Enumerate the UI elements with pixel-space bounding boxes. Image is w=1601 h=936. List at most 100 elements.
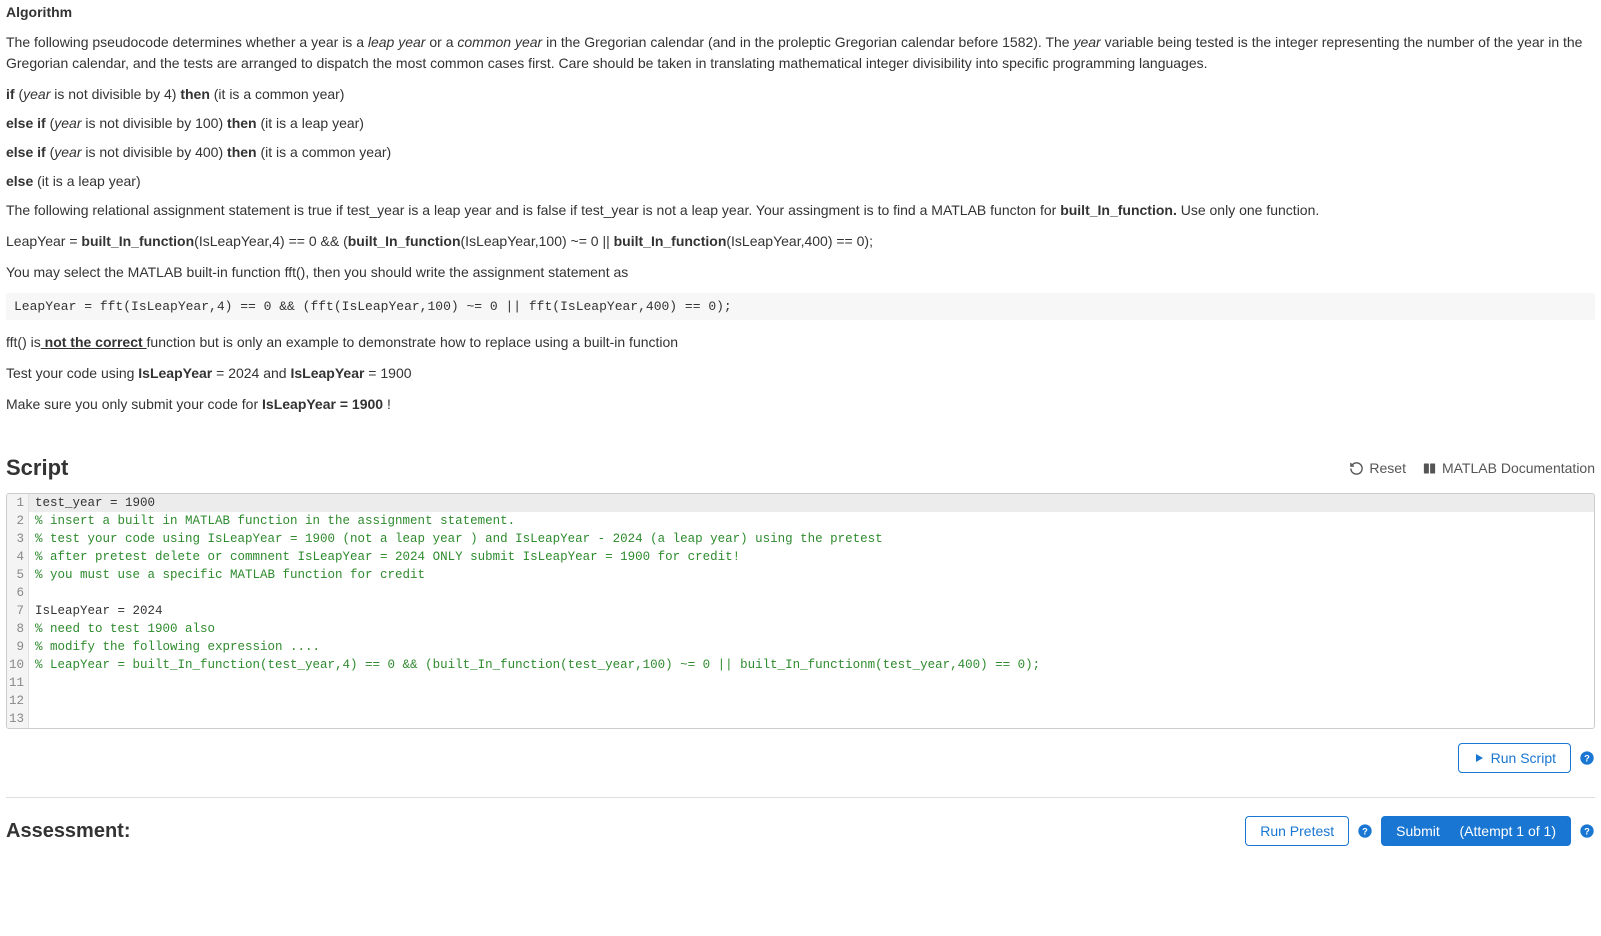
run-script-help-icon[interactable]: ? xyxy=(1579,750,1595,766)
editor-line[interactable]: 7IsLeapYear = 2024 xyxy=(7,602,1594,620)
assignment-paragraph: The following relational assignment stat… xyxy=(6,200,1595,221)
then-keyword: then xyxy=(227,144,257,160)
run-pretest-label: Run Pretest xyxy=(1260,823,1334,839)
text: is not divisible by 4) xyxy=(50,86,180,102)
code-line[interactable]: % need to test 1900 also xyxy=(29,620,1594,638)
code-line[interactable]: % test your code using IsLeapYear = 1900… xyxy=(29,530,1594,548)
code-line[interactable]: IsLeapYear = 2024 xyxy=(29,602,1594,620)
play-icon xyxy=(1473,752,1485,764)
text: function but is only an example to demon… xyxy=(147,334,679,350)
editor-line[interactable]: 1test_year = 1900 xyxy=(7,494,1594,512)
code-line[interactable]: % after pretest delete or commnent IsLea… xyxy=(29,548,1594,566)
code-line[interactable]: % modify the following expression .... xyxy=(29,638,1594,656)
test-instructions: Test your code using IsLeapYear = 2024 a… xyxy=(6,363,1595,384)
algorithm-heading: Algorithm xyxy=(6,4,1595,20)
then-keyword: then xyxy=(180,86,210,102)
code-line[interactable]: % insert a built in MATLAB function in t… xyxy=(29,512,1594,530)
line-number: 7 xyxy=(7,602,29,620)
isleapyear-bold: IsLeapYear xyxy=(290,365,364,381)
code-line[interactable] xyxy=(29,710,1594,728)
isleapyear-1900-bold: IsLeapYear = 1900 xyxy=(262,396,383,412)
elseif-keyword: else if xyxy=(6,144,46,160)
code-line[interactable]: % LeapYear = built_In_function(test_year… xyxy=(29,656,1594,674)
text: (IsLeapYear,400) == 0); xyxy=(726,233,873,249)
code-line[interactable] xyxy=(29,692,1594,710)
code-line[interactable]: test_year = 1900 xyxy=(29,494,1594,512)
assessment-title: Assessment: xyxy=(6,820,131,843)
submit-label: Submit xyxy=(1396,823,1440,839)
algorithm-intro-paragraph: The following pseudocode determines whet… xyxy=(6,32,1595,74)
built-in-fn: built_In_function xyxy=(614,233,727,249)
editor-line[interactable]: 8% need to test 1900 also xyxy=(7,620,1594,638)
pseudo-line-1: if (year is not divisible by 4) then (it… xyxy=(6,84,1595,105)
editor-line[interactable]: 11 xyxy=(7,674,1594,692)
pretest-help-icon[interactable]: ? xyxy=(1357,823,1373,839)
code-line[interactable] xyxy=(29,674,1594,692)
line-number: 8 xyxy=(7,620,29,638)
text: is not divisible by 100) xyxy=(82,115,228,131)
year-var: year xyxy=(54,115,81,131)
text: The following pseudocode determines whet… xyxy=(6,34,368,50)
not-correct-emphasis: not the correct xyxy=(41,334,147,350)
built-in-fn: built_In_function xyxy=(348,233,461,249)
then-keyword: then xyxy=(227,115,257,131)
text: ( xyxy=(46,115,55,131)
common-year-italic: common year xyxy=(457,34,542,50)
built-in-fn: built_In_function xyxy=(81,233,194,249)
line-number: 1 xyxy=(7,494,29,512)
editor-line[interactable]: 5% you must use a specific MATLAB functi… xyxy=(7,566,1594,584)
editor-line[interactable]: 2% insert a built in MATLAB function in … xyxy=(7,512,1594,530)
if-keyword: if xyxy=(6,86,15,102)
year-var: year xyxy=(54,144,81,160)
code-line[interactable]: % you must use a specific MATLAB functio… xyxy=(29,566,1594,584)
text: is not divisible by 400) xyxy=(82,144,228,160)
line-number: 2 xyxy=(7,512,29,530)
year-italic: year xyxy=(1073,34,1100,50)
line-number: 11 xyxy=(7,674,29,692)
text: = 2024 and xyxy=(212,365,290,381)
editor-line[interactable]: 4% after pretest delete or commnent IsLe… xyxy=(7,548,1594,566)
fft-not-correct-paragraph: fft() is not the correct function but is… xyxy=(6,332,1595,353)
attempt-label: (Attempt 1 of 1) xyxy=(1460,823,1556,839)
reset-button[interactable]: Reset xyxy=(1349,460,1406,476)
separator xyxy=(6,797,1595,798)
pseudo-line-4: else (it is a leap year) xyxy=(6,171,1595,192)
run-script-label: Run Script xyxy=(1491,750,1556,766)
text: (it is a common year) xyxy=(210,86,345,102)
pseudo-line-3: else if (year is not divisible by 400) t… xyxy=(6,142,1595,163)
editor-line[interactable]: 10% LeapYear = built_In_function(test_ye… xyxy=(7,656,1594,674)
pseudo-line-2: else if (year is not divisible by 100) t… xyxy=(6,113,1595,134)
reset-icon xyxy=(1349,461,1364,476)
text: Use only one function. xyxy=(1177,202,1319,218)
leap-year-italic: leap year xyxy=(368,34,426,50)
text: in the Gregorian calendar (and in the pr… xyxy=(542,34,1073,50)
isleapyear-bold: IsLeapYear xyxy=(138,365,212,381)
text: ( xyxy=(15,86,24,102)
svg-text:?: ? xyxy=(1584,753,1590,763)
text: (it is a common year) xyxy=(257,144,392,160)
docs-icon xyxy=(1422,461,1437,476)
editor-line[interactable]: 6 xyxy=(7,584,1594,602)
submit-help-icon[interactable]: ? xyxy=(1579,823,1595,839)
submit-button[interactable]: Submit (Attempt 1 of 1) xyxy=(1381,816,1571,846)
editor-line[interactable]: 9% modify the following expression .... xyxy=(7,638,1594,656)
submit-instructions: Make sure you only submit your code for … xyxy=(6,394,1595,415)
fft-example-intro: You may select the MATLAB built-in funct… xyxy=(6,262,1595,283)
editor-line[interactable]: 12 xyxy=(7,692,1594,710)
line-number: 6 xyxy=(7,584,29,602)
line-number: 13 xyxy=(7,710,29,728)
code-editor[interactable]: 1test_year = 19002% insert a built in MA… xyxy=(6,493,1595,729)
matlab-docs-link[interactable]: MATLAB Documentation xyxy=(1422,460,1595,476)
year-var: year xyxy=(23,86,50,102)
else-keyword: else xyxy=(6,173,33,189)
text: or a xyxy=(425,34,457,50)
built-in-function-bold: built_In_function. xyxy=(1060,202,1177,218)
line-number: 9 xyxy=(7,638,29,656)
run-pretest-button[interactable]: Run Pretest xyxy=(1245,816,1349,846)
editor-line[interactable]: 3% test your code using IsLeapYear = 190… xyxy=(7,530,1594,548)
text: (IsLeapYear,100) ~= 0 || xyxy=(461,233,614,249)
elseif-keyword: else if xyxy=(6,115,46,131)
editor-line[interactable]: 13 xyxy=(7,710,1594,728)
run-script-button[interactable]: Run Script xyxy=(1458,743,1571,773)
code-line[interactable] xyxy=(29,584,1594,602)
